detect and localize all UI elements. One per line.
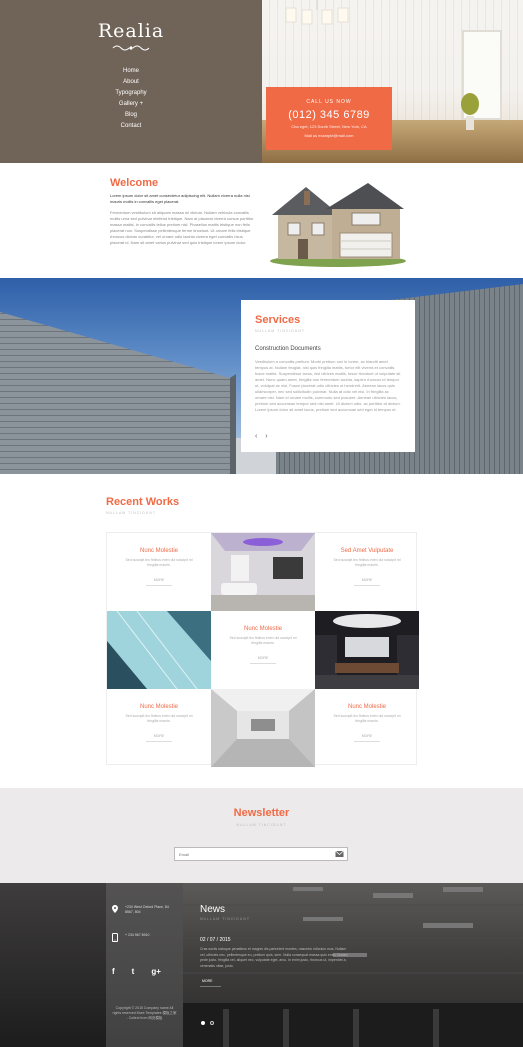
address-text: +234 West Oxford Place, 84 8567, 804: [125, 905, 169, 914]
logo-ornament-icon: [112, 45, 150, 51]
services-slider-controls: ‹ ›: [255, 433, 274, 440]
services-subtitle: NULLAM TINCIDUNT: [255, 329, 305, 333]
nav-item-gallery[interactable]: Gallery +: [96, 99, 166, 110]
footer-address: +234 West Oxford Place, 84 8567, 804: [112, 905, 177, 915]
social-links: f t g+: [112, 967, 161, 976]
copyright-text: Copyright © 2015 Company name All rights…: [112, 1006, 177, 1020]
work-desc: Sed suscipit leo finibus enim dui suscip…: [125, 714, 193, 723]
welcome-body: Fermentum vestibulum sit aliquam massa m…: [110, 210, 254, 245]
news-subtitle: NULLAM TINCIDUNT: [200, 917, 250, 921]
work-image-empty-hall[interactable]: [211, 689, 315, 767]
house-image: [270, 183, 406, 267]
nav-item-about[interactable]: About: [96, 77, 166, 88]
work-title[interactable]: Nunc Molestie: [211, 626, 315, 632]
plant-icon: [461, 93, 479, 130]
next-arrow-icon[interactable]: ›: [265, 433, 267, 440]
work-item: Sed Amet Vulputate Sed suscipit leo fini…: [315, 533, 419, 611]
footer-phone: + 234 567 8910: [112, 933, 177, 942]
map-pin-icon: [112, 905, 118, 913]
work-more-link[interactable]: MORE: [353, 734, 381, 742]
works-subtitle: NULLAM TINCIDUNT: [106, 511, 156, 515]
footer-contact-panel: +234 West Oxford Place, 84 8567, 804 + 2…: [106, 883, 183, 1047]
welcome-section: Welcome Lorem ipsum dolor sit amet conse…: [0, 163, 523, 278]
work-item: Nunc Molestie Sed suscipit leo finibus e…: [211, 611, 315, 689]
chandelier-icon: [285, 0, 349, 25]
work-more-link[interactable]: MORE: [145, 578, 173, 586]
welcome-title: Welcome: [110, 177, 159, 189]
address-line: Cha eget, 123 South Street, New York, CA: [291, 124, 367, 129]
work-image-living-room[interactable]: [211, 533, 315, 611]
work-desc: Sed suscipit leo finibus enim dui suscip…: [333, 558, 401, 567]
work-image-office[interactable]: [315, 611, 419, 689]
work-title[interactable]: Nunc Molestie: [315, 704, 419, 710]
twitter-icon[interactable]: t: [132, 967, 135, 976]
news-body: Cras sociis natoque penatibus et magnis …: [200, 947, 348, 968]
work-desc: Sed suscipit leo finibus enim dui suscip…: [333, 714, 401, 723]
work-image-glass-building[interactable]: [107, 611, 211, 689]
site-footer: +234 West Oxford Place, 84 8567, 804 + 2…: [0, 883, 523, 1047]
work-title[interactable]: Nunc Molestie: [107, 548, 211, 554]
services-card: Services NULLAM TINCIDUNT Construction D…: [241, 300, 415, 452]
services-section: Services NULLAM TINCIDUNT Construction D…: [0, 278, 523, 474]
services-heading: Construction Documents: [255, 346, 321, 352]
work-title[interactable]: Sed Amet Vulputate: [315, 548, 419, 554]
work-more-link[interactable]: MORE: [145, 734, 173, 742]
works-title: Recent Works: [106, 496, 180, 508]
newsletter-subtitle: NULLAM TINCIDUNT: [236, 823, 287, 827]
prev-arrow-icon[interactable]: ‹: [255, 433, 257, 440]
nav-item-home[interactable]: Home: [96, 66, 166, 77]
news-slider-dots: [201, 1021, 214, 1025]
site-logo[interactable]: Realia: [97, 20, 165, 52]
main-nav: Home About Typography Gallery + Blog Con…: [96, 66, 166, 132]
email-line[interactable]: Mail us example@mail.com: [266, 133, 392, 139]
site-header: Realia Home About Typography Gallery + B…: [0, 0, 523, 163]
work-title[interactable]: Nunc Molestie: [107, 704, 211, 710]
nav-item-contact[interactable]: Contact: [96, 121, 166, 132]
call-us-label: CALL US NOW: [306, 99, 352, 105]
call-us-box: CALL US NOW (012) 345 6789 Cha eget, 123…: [266, 87, 392, 150]
news-date: 02 / 07 / 2015: [200, 937, 231, 943]
work-item: Nunc Molestie Sed suscipit leo finibus e…: [107, 689, 211, 767]
phone-text: + 234 567 8910: [125, 933, 150, 937]
newsletter-form: [174, 847, 348, 861]
work-desc: Sed suscipit leo finibus enim dui suscip…: [229, 636, 297, 645]
google-plus-icon[interactable]: g+: [151, 967, 161, 976]
services-body: Vestibulum a convallis pretium. Morbi pr…: [255, 359, 401, 412]
email-input[interactable]: [179, 848, 329, 860]
nav-item-blog[interactable]: Blog: [96, 110, 166, 121]
works-grid: Nunc Molestie Sed suscipit leo finibus e…: [106, 532, 419, 767]
recent-works-section: Recent Works NULLAM TINCIDUNT Nunc Moles…: [0, 474, 523, 788]
logo-text: Realia: [97, 20, 165, 42]
work-desc: Sed suscipit leo finibus enim dui suscip…: [125, 558, 193, 567]
phone-number[interactable]: (012) 345 6789: [266, 109, 392, 121]
services-title: Services: [255, 314, 301, 326]
welcome-lead: Lorem ipsum dolor sit amet consectetur a…: [110, 193, 250, 204]
header-brand-panel: Realia Home About Typography Gallery + B…: [0, 0, 262, 163]
nav-item-typography[interactable]: Typography: [96, 88, 166, 99]
work-item: Nunc Molestie Sed suscipit leo finibus e…: [315, 689, 419, 767]
news-title: News: [200, 904, 226, 915]
news-more-link[interactable]: MORE: [200, 979, 221, 987]
news-panel: News NULLAM TINCIDUNT 02 / 07 / 2015 Cra…: [200, 904, 350, 987]
work-more-link[interactable]: MORE: [249, 656, 277, 664]
newsletter-section: Newsletter NULLAM TINCIDUNT: [0, 788, 523, 883]
work-item: Nunc Molestie Sed suscipit leo finibus e…: [107, 533, 211, 611]
mobile-phone-icon: [112, 933, 118, 942]
facebook-icon[interactable]: f: [112, 967, 115, 976]
slider-dot-2[interactable]: [210, 1021, 214, 1025]
slider-dot-1[interactable]: [201, 1021, 205, 1025]
newsletter-title: Newsletter: [233, 807, 290, 819]
envelope-icon[interactable]: [335, 850, 344, 858]
work-more-link[interactable]: MORE: [353, 578, 381, 586]
